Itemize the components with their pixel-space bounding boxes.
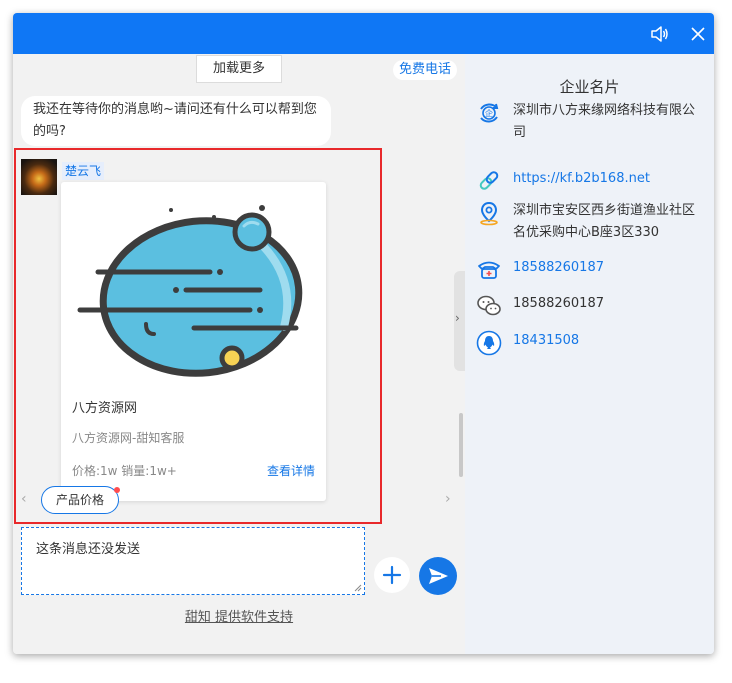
- company-icon: 企: [480, 103, 499, 123]
- link-icon: [479, 171, 499, 190]
- add-attachment-button[interactable]: [374, 557, 410, 593]
- scrollbar-thumb[interactable]: [459, 413, 463, 477]
- load-more-button[interactable]: 加载更多: [196, 55, 282, 83]
- send-icon: [429, 568, 448, 584]
- location-pin-icon: [480, 201, 498, 226]
- phone-number[interactable]: 18588260187: [513, 257, 707, 279]
- card-subtitle: 八方资源网-甜知客服: [72, 431, 185, 445]
- panel-title: 企业名片: [559, 78, 620, 96]
- qq-icon: [476, 330, 502, 356]
- planet-illustration: [77, 205, 303, 377]
- support-footer: 甜知 提供软件支持: [13, 606, 465, 625]
- send-button[interactable]: [419, 557, 457, 595]
- plus-icon: [382, 565, 402, 585]
- company-card-panel: 企业名片 企 深圳市八方来缘网络科技有限公司 https://kf.b2b168…: [465, 54, 714, 654]
- telephone-icon: [478, 261, 500, 279]
- qq-number[interactable]: 18431508: [513, 330, 707, 352]
- notification-dot: [114, 487, 120, 493]
- tab-product-price[interactable]: 产品价格: [41, 486, 119, 514]
- avatar: [21, 159, 57, 195]
- chat-panel: 加载更多 免费电话 我还在等待你的消息哟~请问还有什么可以帮到您的吗? 楚云飞: [13, 54, 465, 654]
- message-input-text: 这条消息还没发送: [36, 542, 141, 557]
- close-icon[interactable]: [688, 24, 708, 44]
- card-price-sales: 价格:1w 销量:1w+: [72, 464, 177, 478]
- wechat-number: 18588260187: [513, 296, 604, 311]
- free-call-button[interactable]: 免费电话: [393, 60, 458, 80]
- agent-message-bubble: 我还在等待你的消息哟~请问还有什么可以帮到您的吗?: [21, 96, 331, 146]
- collapse-sidebar-handle[interactable]: ›: [454, 271, 465, 371]
- title-bar: [13, 13, 714, 54]
- company-name: 深圳市八方来缘网络科技有限公司: [513, 103, 696, 140]
- website-link[interactable]: https://kf.b2b168.net: [513, 168, 707, 190]
- support-link[interactable]: 甜知 提供软件支持: [185, 610, 293, 625]
- sender-name: 楚云飞: [62, 162, 105, 180]
- speaker-icon[interactable]: [649, 24, 669, 44]
- wechat-icon: [477, 295, 501, 316]
- address-text: 深圳市宝安区西乡街道渔业社区名优采购中心B座3区330: [513, 203, 696, 240]
- view-details-link[interactable]: 查看详情: [267, 462, 315, 479]
- tabs-next-arrow[interactable]: ›: [445, 491, 451, 507]
- message-input[interactable]: 这条消息还没发送: [21, 527, 365, 595]
- svg-text:企: 企: [485, 108, 493, 118]
- card-title: 八方资源网: [72, 401, 138, 416]
- chevron-right-icon: ›: [455, 311, 460, 325]
- resize-handle-icon[interactable]: [354, 584, 362, 592]
- chat-window: 加载更多 免费电话 我还在等待你的消息哟~请问还有什么可以帮到您的吗? 楚云飞: [13, 13, 714, 654]
- product-card[interactable]: 八方资源网 八方资源网-甜知客服 价格:1w 销量:1w+ 查看详情: [61, 182, 326, 501]
- tabs-prev-arrow[interactable]: ‹: [21, 491, 27, 507]
